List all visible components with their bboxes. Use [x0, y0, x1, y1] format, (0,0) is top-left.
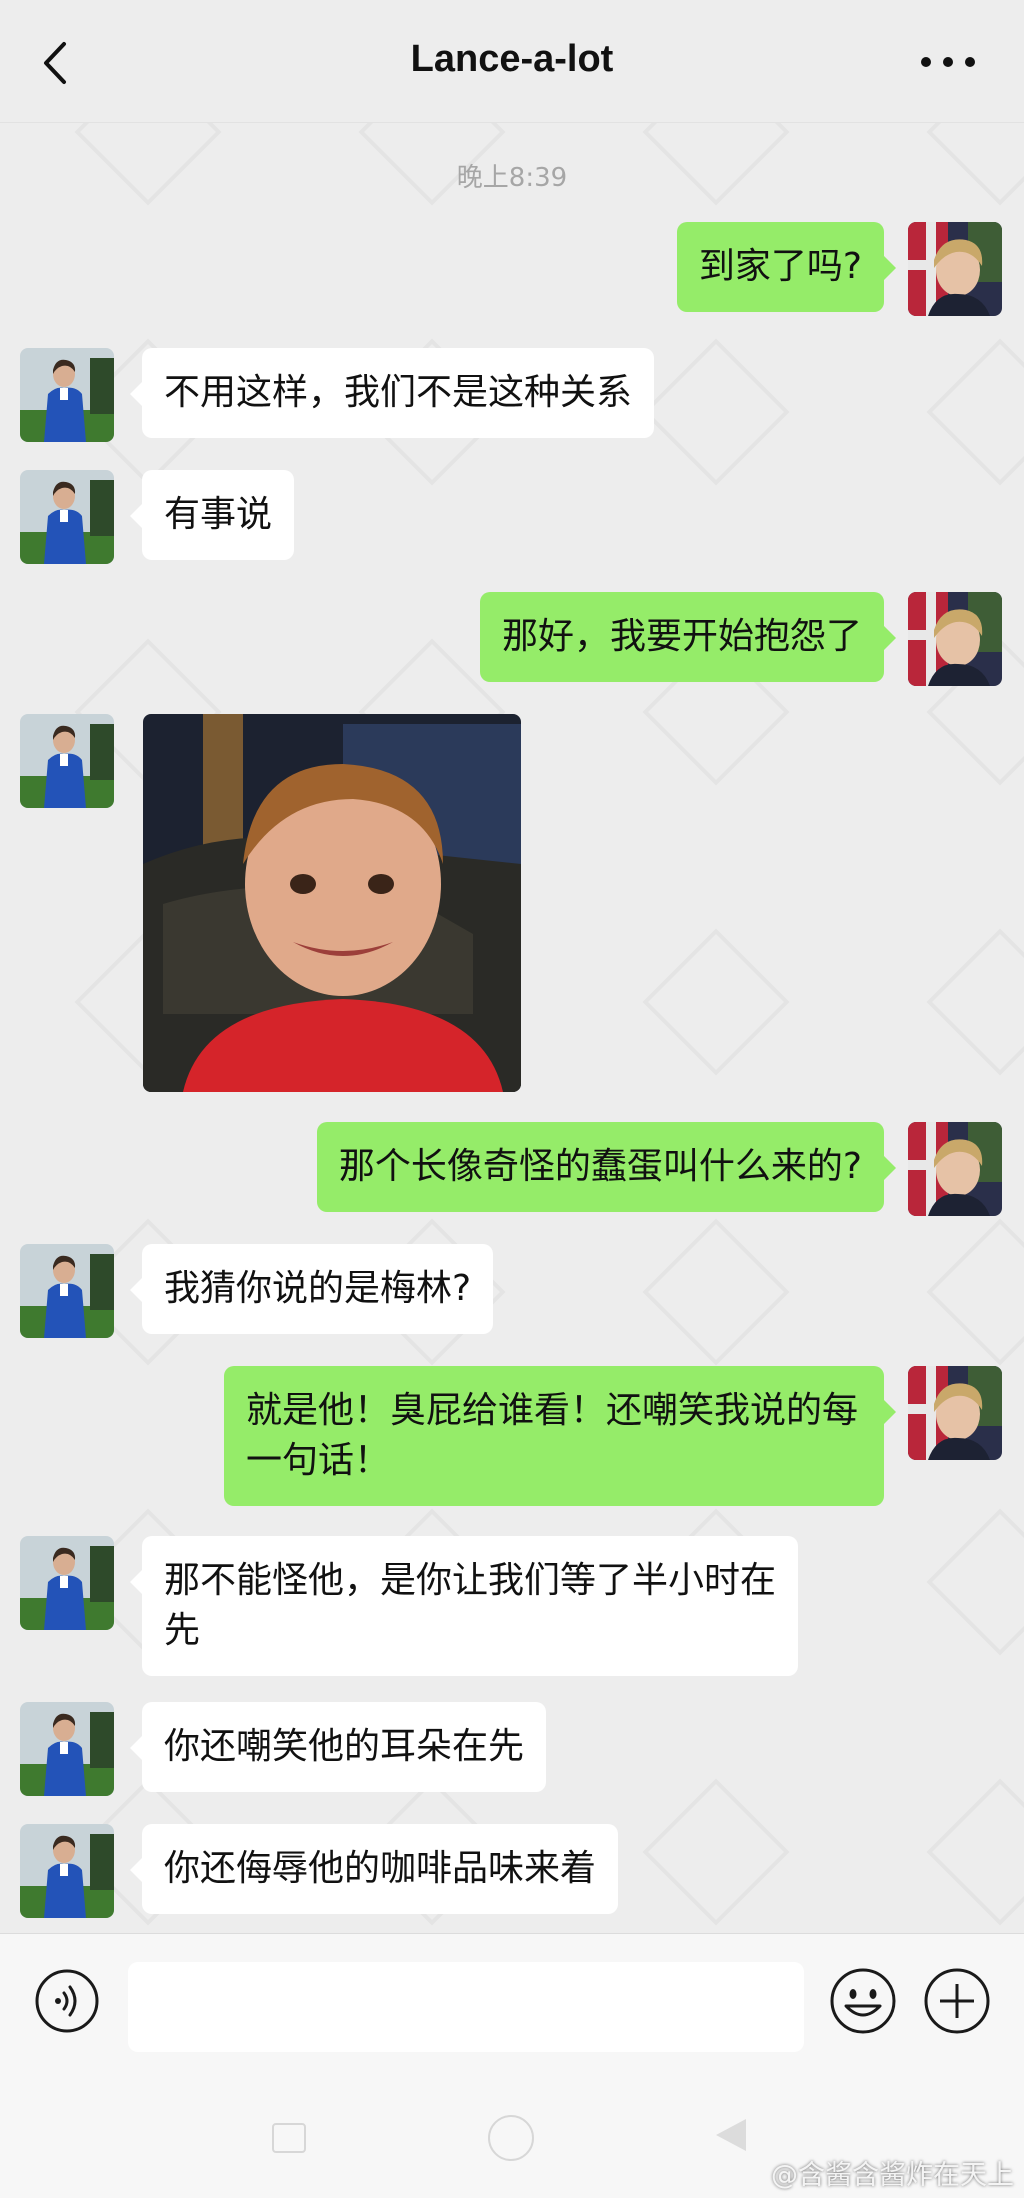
- message-bubble-incoming[interactable]: 有事说: [129, 470, 295, 560]
- input-bar: [0, 1933, 1024, 2074]
- my-avatar[interactable]: [908, 1122, 1002, 1216]
- my-avatar[interactable]: [908, 592, 1002, 686]
- message-bubble-incoming[interactable]: 那不能怪他，是你让我们等了半小时在先: [130, 1536, 798, 1676]
- message-bubble-outgoing[interactable]: 那好，我要开始抱怨了: [479, 592, 897, 682]
- emoji-icon[interactable]: [828, 1966, 898, 2036]
- message-bubble-incoming[interactable]: 我猜你说的是梅林?: [129, 1244, 494, 1334]
- contact-avatar[interactable]: [20, 1536, 114, 1630]
- contact-avatar[interactable]: [20, 348, 114, 442]
- voice-icon[interactable]: [34, 1968, 100, 2034]
- contact-avatar[interactable]: [20, 1702, 114, 1796]
- more-icon[interactable]: [918, 52, 978, 72]
- my-avatar[interactable]: [908, 222, 1002, 316]
- recent-apps-icon[interactable]: [272, 2123, 306, 2153]
- nav-back-icon[interactable]: [716, 2119, 746, 2151]
- contact-avatar[interactable]: [20, 714, 114, 808]
- message-bubble-outgoing[interactable]: 到家了吗?: [676, 222, 897, 312]
- message-bubble-incoming[interactable]: 你还嘲笑他的耳朵在先: [129, 1702, 547, 1792]
- my-avatar[interactable]: [908, 1366, 1002, 1460]
- home-icon[interactable]: [488, 2115, 534, 2161]
- contact-avatar[interactable]: [20, 1824, 114, 1918]
- message-bubble-outgoing[interactable]: 就是他！臭屁给谁看！还嘲笑我说的每一句话！: [224, 1366, 896, 1506]
- plus-icon[interactable]: [922, 1966, 992, 2036]
- chat-header: Lance-a-lot: [0, 0, 1024, 123]
- chat-title: Lance-a-lot: [410, 38, 614, 80]
- image-message[interactable]: [143, 714, 521, 1092]
- weibo-watermark: @含酱含酱炸在天上: [771, 2160, 1014, 2191]
- message-bubble-incoming[interactable]: 不用这样，我们不是这种关系: [129, 348, 655, 438]
- message-timestamp: 晚上8:39: [456, 163, 568, 193]
- system-nav-bar: @含酱含酱炸在天上: [0, 2073, 1024, 2198]
- message-input[interactable]: [128, 1962, 804, 2052]
- contact-avatar[interactable]: [20, 470, 114, 564]
- contact-avatar[interactable]: [20, 1244, 114, 1338]
- message-bubble-incoming[interactable]: 你还侮辱他的咖啡品味来着: [129, 1824, 619, 1914]
- message-bubble-outgoing[interactable]: 那个长像奇怪的蠢蛋叫什么来的?: [316, 1122, 897, 1212]
